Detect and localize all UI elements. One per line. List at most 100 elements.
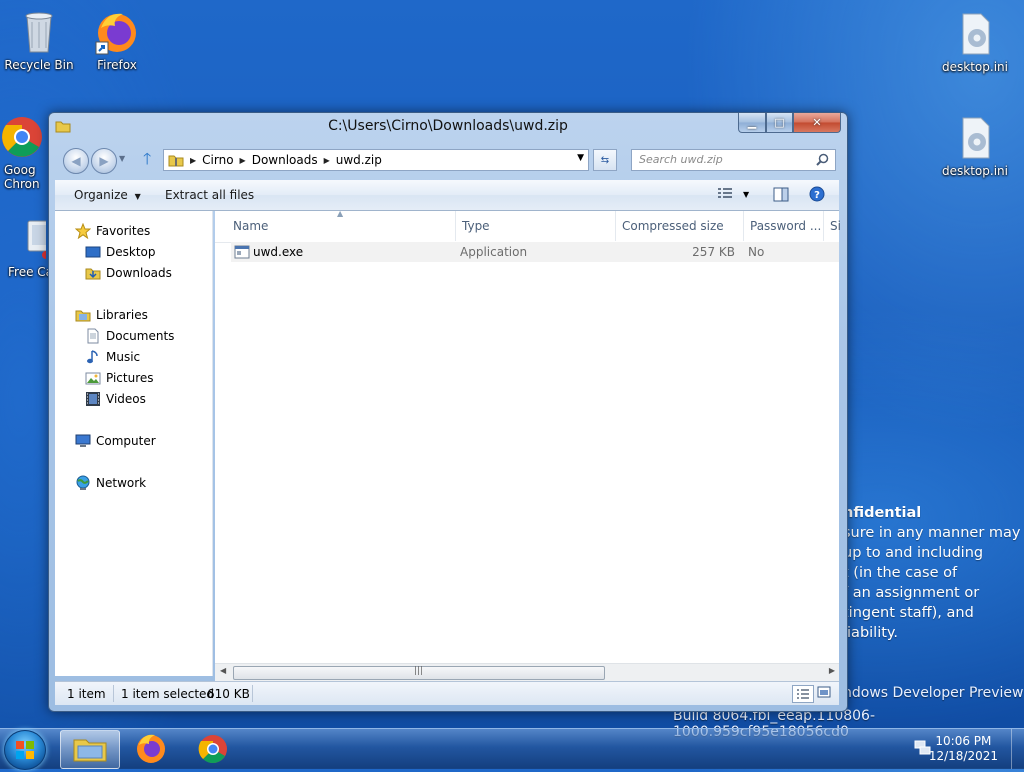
window-title: C:\Users\Cirno\Downloads\uwd.zip (328, 118, 568, 134)
watermark-line: t (in the case of (843, 565, 958, 581)
status-bar: 1 item 1 item selected 610 KB (55, 681, 839, 705)
nav-documents[interactable]: Documents (85, 326, 174, 346)
column-type[interactable]: Type (462, 219, 490, 233)
large-icons-view-icon (817, 686, 831, 698)
nav-favorites[interactable]: Favorites (74, 221, 150, 241)
breadcrumb-separator-icon: ▶ (239, 155, 246, 165)
selection-size: 610 KB (207, 687, 250, 701)
nav-libraries[interactable]: Libraries (75, 305, 148, 325)
large-icons-view-toggle[interactable] (817, 686, 831, 701)
column-divider[interactable] (743, 211, 744, 241)
change-view-button[interactable]: ▼ (717, 187, 749, 201)
back-button[interactable]: ◀ (63, 148, 89, 174)
address-bar[interactable]: ▶ Cirno ▶ Downloads ▶ uwd.zip ▼ (163, 149, 589, 171)
forward-button[interactable]: ▶ (91, 148, 117, 174)
help-button[interactable]: ? (809, 186, 825, 205)
column-divider[interactable] (615, 211, 616, 241)
windows-explorer-icon (73, 739, 107, 762)
preview-pane-icon (773, 187, 789, 202)
desktop-icon-desktop-ini-1[interactable]: desktop.ini (937, 10, 1013, 74)
desktop-icon-recycle-bin[interactable]: Recycle Bin (1, 8, 77, 72)
confidential-watermark: nfidential sure in any manner may up to … (843, 503, 1020, 643)
selection-count: 1 item selected (121, 687, 215, 701)
nav-computer[interactable]: Computer (75, 431, 156, 451)
address-dropdown-icon[interactable]: ▼ (577, 153, 584, 163)
breadcrumb-uwd-zip[interactable]: uwd.zip (336, 153, 382, 167)
libraries-icon (75, 307, 91, 323)
downloads-folder-icon (85, 265, 101, 281)
svg-text:?: ? (814, 190, 820, 201)
organize-button[interactable]: Organize ▼ (74, 188, 141, 202)
watermark-line: tingent staff), and (843, 605, 974, 621)
item-count: 1 item (67, 687, 106, 701)
details-view-toggle[interactable] (792, 685, 814, 703)
column-size[interactable]: Si (830, 219, 841, 233)
watermark-line: sure in any manner may (843, 525, 1021, 541)
documents-icon (85, 328, 101, 344)
nav-videos[interactable]: Videos (85, 389, 146, 409)
nav-desktop[interactable]: Desktop (85, 242, 156, 262)
clock-date: 12/18/2021 (928, 749, 998, 763)
column-divider[interactable] (455, 211, 456, 241)
watermark-line: f an assignment or (843, 585, 980, 601)
application-file-icon (234, 244, 250, 263)
network-icon (75, 475, 91, 491)
extract-all-button[interactable]: Extract all files (165, 188, 254, 202)
nav-videos-label: Videos (106, 392, 146, 406)
nav-music[interactable]: Music (85, 347, 140, 367)
music-note-icon (85, 349, 101, 365)
status-divider (113, 685, 114, 702)
close-button[interactable]: ✕ (793, 113, 841, 133)
chevron-down-icon: ▼ (743, 189, 750, 199)
help-icon: ? (809, 186, 825, 202)
up-level-button[interactable]: 🡑 (143, 150, 151, 168)
nav-pictures[interactable]: Pictures (85, 368, 154, 388)
file-compressed-size: 257 KB (692, 245, 735, 259)
pictures-icon (85, 370, 101, 386)
scroll-right-icon[interactable]: ▶ (829, 666, 835, 675)
firefox-icon (137, 734, 165, 763)
breadcrumb-cirno[interactable]: Cirno (202, 153, 233, 167)
windows-logo-icon (16, 741, 34, 759)
sort-ascending-icon: ▲ (337, 209, 344, 218)
chrome-icon (198, 735, 227, 764)
column-compressed-size[interactable]: Compressed size (622, 219, 724, 233)
minimize-button[interactable]: ▁ (738, 113, 766, 133)
column-password[interactable]: Password ... (750, 219, 821, 233)
scrollbar-thumb[interactable]: ||| (233, 666, 605, 680)
watermark-line: liability. (843, 625, 899, 641)
maximize-button[interactable]: □ (766, 113, 793, 133)
table-row[interactable]: uwd.exe Application 257 KB No (231, 242, 839, 262)
up-arrow-icon: 🡑 (143, 149, 152, 168)
taskbar-explorer[interactable] (60, 730, 120, 769)
scroll-left-icon[interactable]: ◀ (220, 666, 226, 675)
organize-label: Organize (74, 188, 128, 202)
column-name[interactable]: Name (233, 219, 268, 233)
recent-pages-dropdown[interactable]: ▼ (119, 154, 125, 163)
breadcrumb-downloads[interactable]: Downloads (252, 153, 318, 167)
explorer-window: C:\Users\Cirno\Downloads\uwd.zip ▁ □ ✕ ◀… (48, 112, 848, 712)
desktop-icon-firefox[interactable]: Firefox (79, 8, 155, 72)
nav-network[interactable]: Network (75, 473, 146, 493)
taskbar-chrome[interactable] (184, 730, 242, 767)
system-clock[interactable]: 10:06 PM 12/18/2021 (929, 734, 998, 764)
column-divider[interactable] (823, 211, 824, 241)
nav-desktop-label: Desktop (106, 245, 156, 259)
navigation-pane: Favorites Desktop Downloads Libraries Do… (55, 211, 213, 676)
search-input[interactable]: Search uwd.zip (631, 149, 836, 171)
refresh-button[interactable]: ⇆ (593, 149, 617, 171)
nav-music-label: Music (106, 350, 141, 364)
horizontal-scrollbar[interactable]: ◀ ||| ▶ (215, 663, 839, 681)
desktop-icon-label: Recycle Bin (4, 58, 74, 72)
taskbar-firefox[interactable] (122, 730, 180, 767)
refresh-icon: ⇆ (600, 154, 610, 166)
nav-downloads[interactable]: Downloads (85, 263, 172, 283)
start-button[interactable] (4, 730, 46, 770)
preview-pane-button[interactable] (773, 187, 789, 205)
computer-icon (75, 433, 91, 449)
forward-arrow-icon: ▶ (99, 154, 109, 168)
desktop-icon-desktop-ini-2[interactable]: desktop.ini (937, 114, 1013, 178)
show-desktop-button[interactable] (1011, 729, 1024, 769)
desktop-icon-label: desktop.ini (942, 164, 1008, 178)
zip-folder-icon (168, 153, 184, 167)
